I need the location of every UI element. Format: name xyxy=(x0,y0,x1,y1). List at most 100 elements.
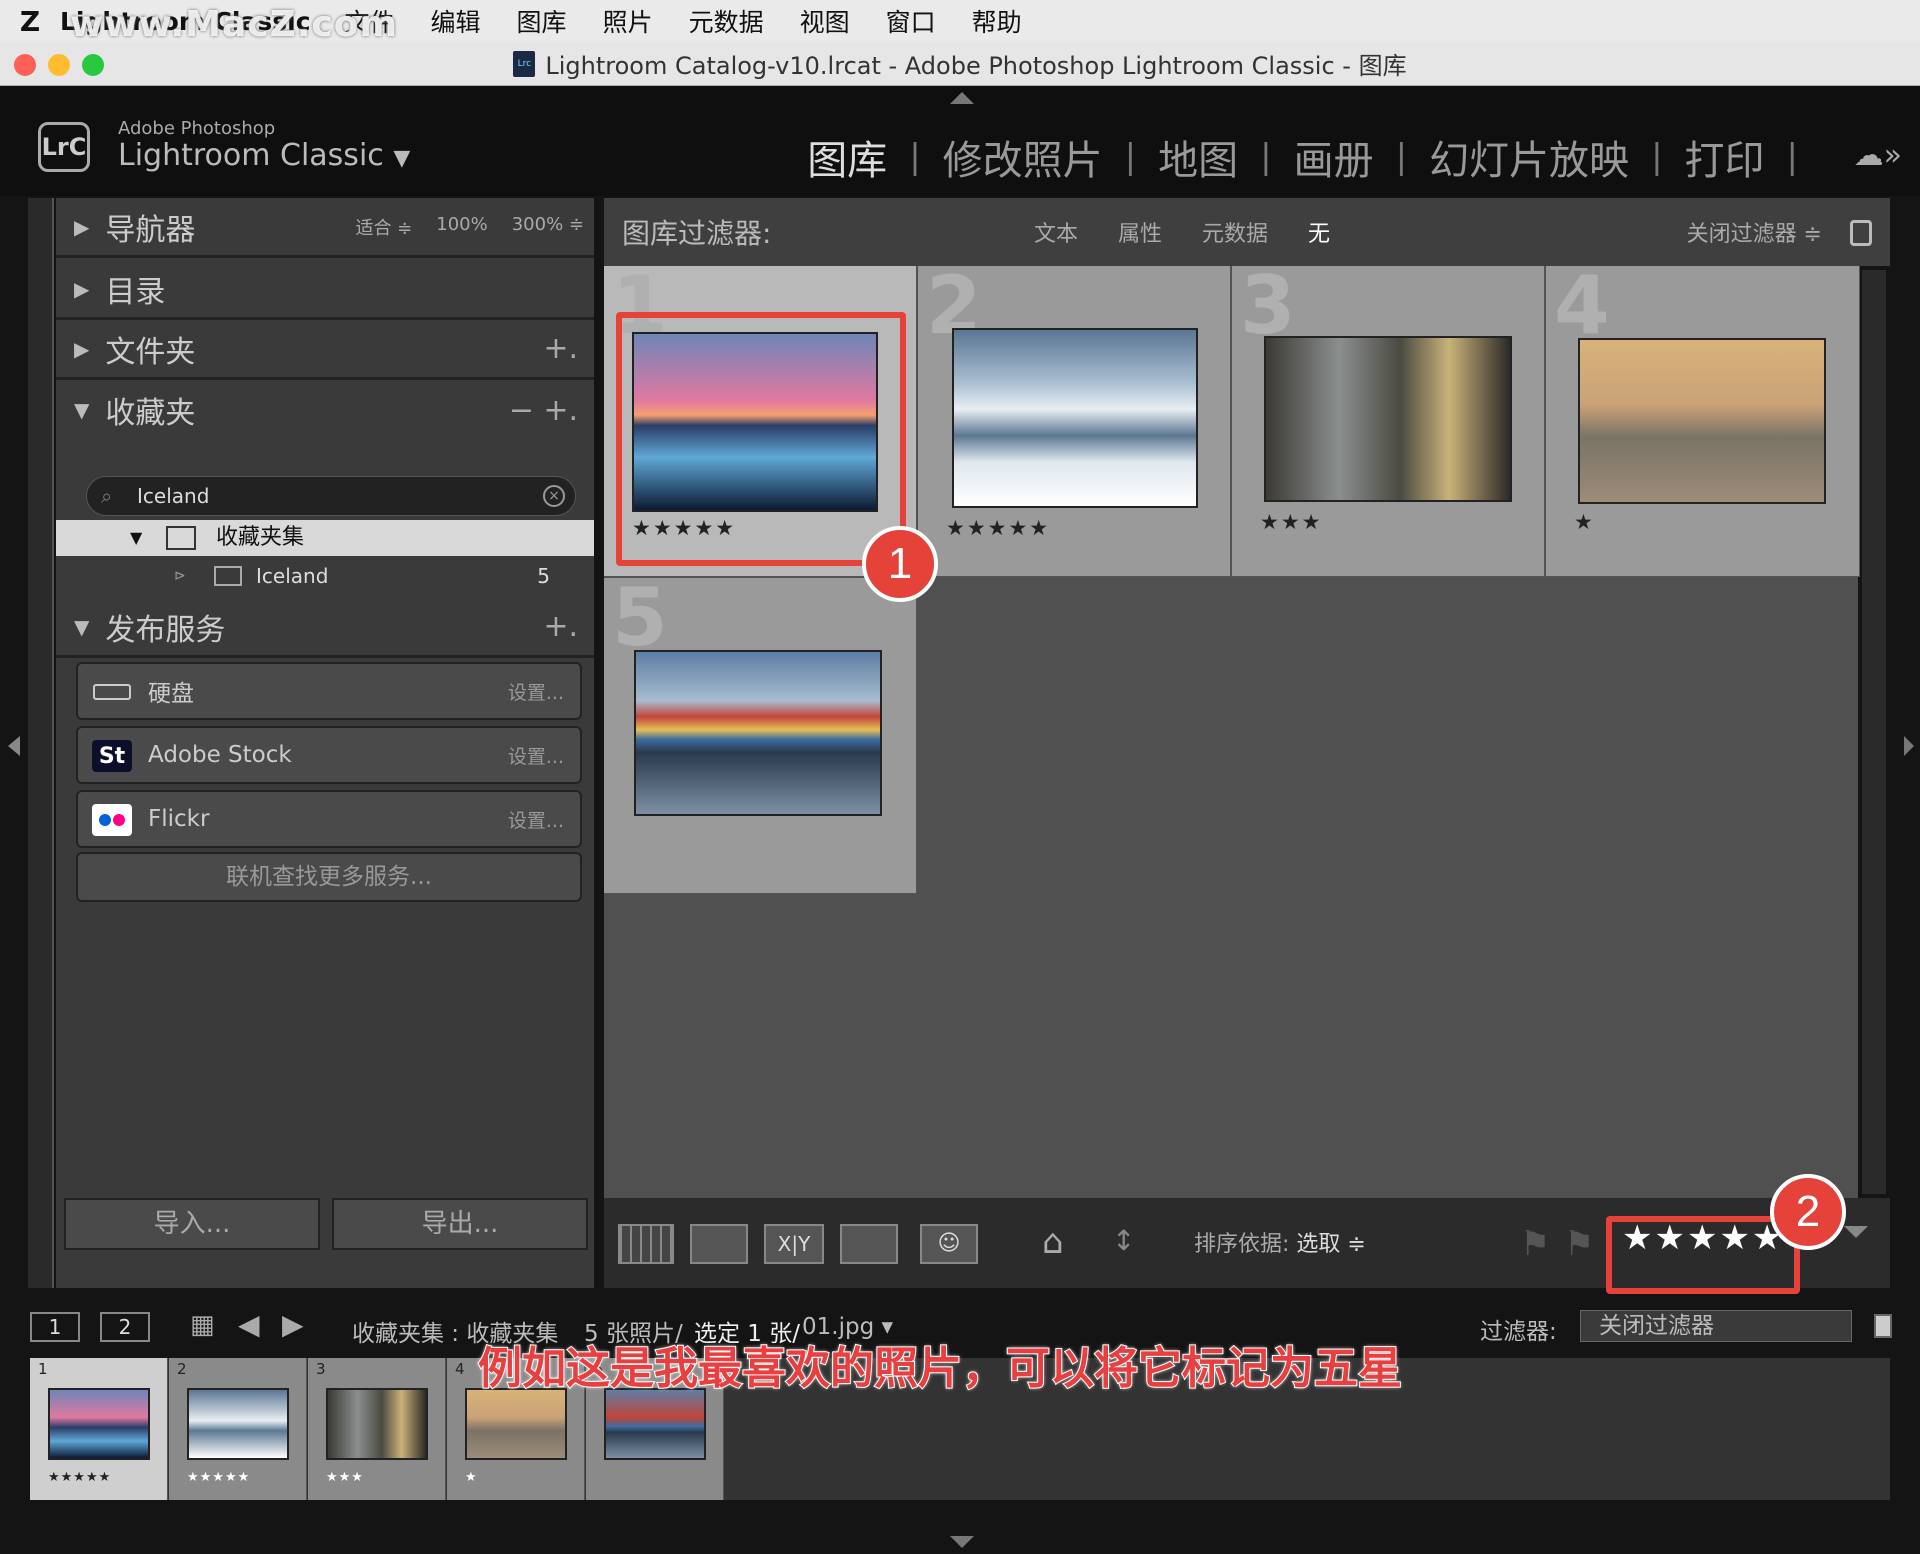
photo-thumbnail[interactable] xyxy=(1578,338,1826,504)
module-slideshow[interactable]: 幻灯片放映 xyxy=(1429,128,1629,186)
grid-cell-3[interactable]: 3 ★★★ xyxy=(1232,266,1545,577)
service-name: Adobe Stock xyxy=(148,742,292,768)
navigator-header[interactable]: ▶ 导航器 适合 ≑ 100% 300% ≑ xyxy=(56,198,594,258)
brand-sub: Adobe Photoshop xyxy=(118,118,276,139)
module-print[interactable]: 打印 xyxy=(1685,128,1765,186)
menu-view[interactable]: 视图 xyxy=(800,3,850,39)
left-panel-strip xyxy=(28,198,54,1288)
module-develop[interactable]: 修改照片 xyxy=(943,128,1103,186)
zoom-300[interactable]: 300% ≑ xyxy=(512,214,584,240)
grid-scrollbar[interactable] xyxy=(1862,270,1886,1194)
zoom-window-button[interactable] xyxy=(82,54,104,76)
star-rating[interactable]: ★ xyxy=(1574,510,1595,534)
module-picker: 图库 | 修改照片 | 地图 | 画册 | 幻灯片放映 | 打印 | xyxy=(807,128,1820,186)
thumb-image xyxy=(48,1388,150,1460)
collection-set-row[interactable]: ▼ 收藏夹集 xyxy=(56,520,594,556)
flickr-icon xyxy=(92,804,132,836)
folders-header[interactable]: ▶ 文件夹 +. xyxy=(56,320,594,380)
expand-icon: ▶ xyxy=(74,276,90,301)
add-publish-button[interactable]: +. xyxy=(543,609,578,644)
menu-edit[interactable]: 编辑 xyxy=(431,3,481,39)
export-button[interactable]: 导出... xyxy=(332,1198,588,1250)
publish-flickr[interactable]: Flickr 设置... xyxy=(76,790,582,848)
photo-thumbnail[interactable] xyxy=(952,328,1198,508)
grid-mode-icon[interactable]: ▦ xyxy=(190,1310,215,1340)
close-window-button[interactable] xyxy=(14,54,36,76)
collection-row[interactable]: ⊳ Iceland 5 xyxy=(56,558,594,594)
menu-window[interactable]: 窗口 xyxy=(886,3,936,39)
menu-library[interactable]: 图库 xyxy=(517,3,567,39)
back-arrow-icon[interactable]: ◀ xyxy=(238,1308,260,1341)
remove-collection-button[interactable]: − xyxy=(509,393,534,428)
zoom-100[interactable]: 100% xyxy=(436,214,487,240)
collection-search-input[interactable]: ⌕ Iceland × xyxy=(86,476,576,516)
filter-none[interactable]: 无 xyxy=(1308,216,1330,248)
flag-reject-icon[interactable]: ⚑ xyxy=(1564,1224,1594,1264)
filter-text[interactable]: 文本 xyxy=(1034,216,1078,248)
people-view-icon[interactable]: ☺ xyxy=(920,1224,978,1264)
grid-cell-5[interactable]: 5 xyxy=(604,578,917,894)
add-folder-button[interactable]: +. xyxy=(543,331,578,366)
catalog-header[interactable]: ▶ 目录 xyxy=(56,260,594,320)
module-library[interactable]: 图库 xyxy=(807,128,887,186)
filter-metadata[interactable]: 元数据 xyxy=(1202,216,1268,248)
bottom-panel-toggle-icon[interactable] xyxy=(950,1536,974,1548)
import-button[interactable]: 导入... xyxy=(64,1198,320,1250)
highlight-box-1 xyxy=(616,312,906,566)
left-panel-toggle-icon[interactable] xyxy=(8,736,20,756)
collection-label: Iceland xyxy=(256,564,329,588)
lock-icon[interactable] xyxy=(1850,220,1872,246)
loupe-view-icon[interactable] xyxy=(690,1224,748,1264)
film-thumb-1[interactable]: 1 ★★★★★ xyxy=(30,1358,168,1500)
brand-main-label: Lightroom Classic xyxy=(118,138,384,173)
add-collection-button[interactable]: +. xyxy=(543,393,578,428)
survey-view-icon[interactable] xyxy=(840,1224,898,1264)
minimize-window-button[interactable] xyxy=(48,54,70,76)
filter-preset-select[interactable]: 关闭过滤器 ≑ xyxy=(1687,216,1822,248)
compare-view-icon[interactable]: X|Y xyxy=(764,1224,824,1264)
main-window-button[interactable]: 1 xyxy=(30,1312,80,1342)
collapse-icon: ▼ xyxy=(130,528,143,547)
right-panel-toggle-icon[interactable] xyxy=(1904,736,1914,756)
photo-thumbnail[interactable] xyxy=(1264,336,1512,502)
publish-hard-drive[interactable]: 硬盘 设置... xyxy=(76,662,582,720)
zoom-fit[interactable]: 适合 ≑ xyxy=(355,214,412,240)
module-map[interactable]: 地图 xyxy=(1158,128,1238,186)
filmstrip-filter-select[interactable]: 关闭过滤器 xyxy=(1580,1310,1852,1342)
brand-main[interactable]: Lightroom Classic ▼ xyxy=(118,138,410,173)
filter-lock-icon[interactable] xyxy=(1874,1314,1892,1338)
service-settings[interactable]: 设置... xyxy=(508,806,564,833)
service-settings[interactable]: 设置... xyxy=(508,742,564,769)
menu-help[interactable]: 帮助 xyxy=(972,3,1022,39)
highlight-box-2 xyxy=(1606,1216,1800,1294)
menu-photo[interactable]: 照片 xyxy=(603,3,653,39)
cloud-sync-icon[interactable]: ☁» xyxy=(1854,138,1902,173)
module-book[interactable]: 画册 xyxy=(1294,128,1374,186)
star-rating[interactable]: ★★★★★ xyxy=(946,516,1050,540)
flag-pick-icon[interactable]: ⚑ xyxy=(1520,1224,1550,1264)
grid-cell-2[interactable]: 2 ★★★★★ xyxy=(918,266,1231,577)
sort-direction-icon[interactable]: ↕ xyxy=(1112,1224,1135,1257)
clear-search-icon[interactable]: × xyxy=(543,485,565,507)
publish-title: 发布服务 xyxy=(105,612,226,648)
publish-adobe-stock[interactable]: St Adobe Stock 设置... xyxy=(76,726,582,784)
toolbar-options-chevron-icon[interactable] xyxy=(1844,1226,1868,1238)
photo-thumbnail[interactable] xyxy=(634,650,882,816)
top-panel-toggle-icon[interactable] xyxy=(950,92,974,104)
forward-arrow-icon[interactable]: ▶ xyxy=(282,1308,304,1341)
service-settings[interactable]: 设置... xyxy=(508,678,564,705)
find-more-services-button[interactable]: 联机查找更多服务... xyxy=(76,852,582,902)
collections-header[interactable]: ▼ 收藏夹 − +. xyxy=(56,380,594,440)
second-window-button[interactable]: 2 xyxy=(100,1312,150,1342)
painter-spray-icon[interactable]: ⌂ xyxy=(1042,1222,1064,1262)
film-thumb-3[interactable]: 3 ★★★ xyxy=(308,1358,446,1500)
star-rating[interactable]: ★★★ xyxy=(1260,510,1322,534)
grid-cell-4[interactable]: 4 ★ xyxy=(1546,266,1860,577)
film-thumb-2[interactable]: 2 ★★★★★ xyxy=(169,1358,307,1500)
publish-header[interactable]: ▼ 发布服务 +. xyxy=(56,598,594,658)
filter-attribute[interactable]: 属性 xyxy=(1118,216,1162,248)
sort-control[interactable]: 排序依据: 选取 ≑ xyxy=(1194,1226,1366,1258)
menu-metadata[interactable]: 元数据 xyxy=(689,3,764,39)
grid-view-icon[interactable] xyxy=(618,1224,674,1264)
adobe-stock-icon: St xyxy=(92,740,132,772)
